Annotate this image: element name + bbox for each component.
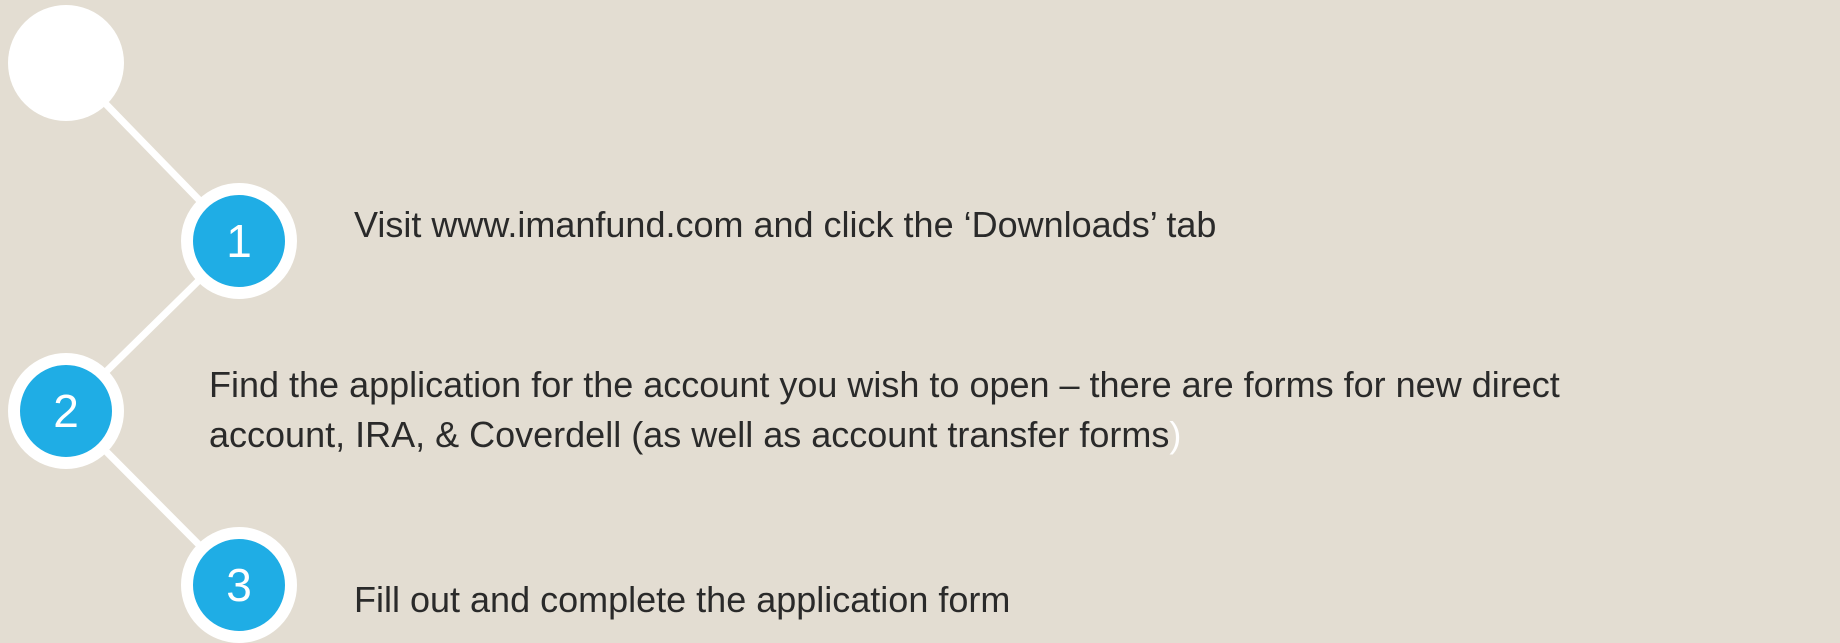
step-2-text-line-2: account, IRA, & Coverdell (as well as ac… <box>209 410 1560 460</box>
step-2-badge: 2 <box>8 353 124 469</box>
step-2-text-line-1: Find the application for the account you… <box>209 364 1560 405</box>
step-2-text: Find the application for the account you… <box>209 360 1560 460</box>
step-3-badge: 3 <box>181 527 297 643</box>
step-2-text-line-2-main: account, IRA, & Coverdell (as well as ac… <box>209 414 1170 455</box>
step-1-badge: 1 <box>181 183 297 299</box>
step-3-text: Fill out and complete the application fo… <box>354 579 1011 620</box>
start-node <box>8 5 124 121</box>
step-2-text-line-2-end: ) <box>1169 414 1182 455</box>
step-1-text: Visit www.imanfund.com and click the ‘Do… <box>354 204 1217 245</box>
